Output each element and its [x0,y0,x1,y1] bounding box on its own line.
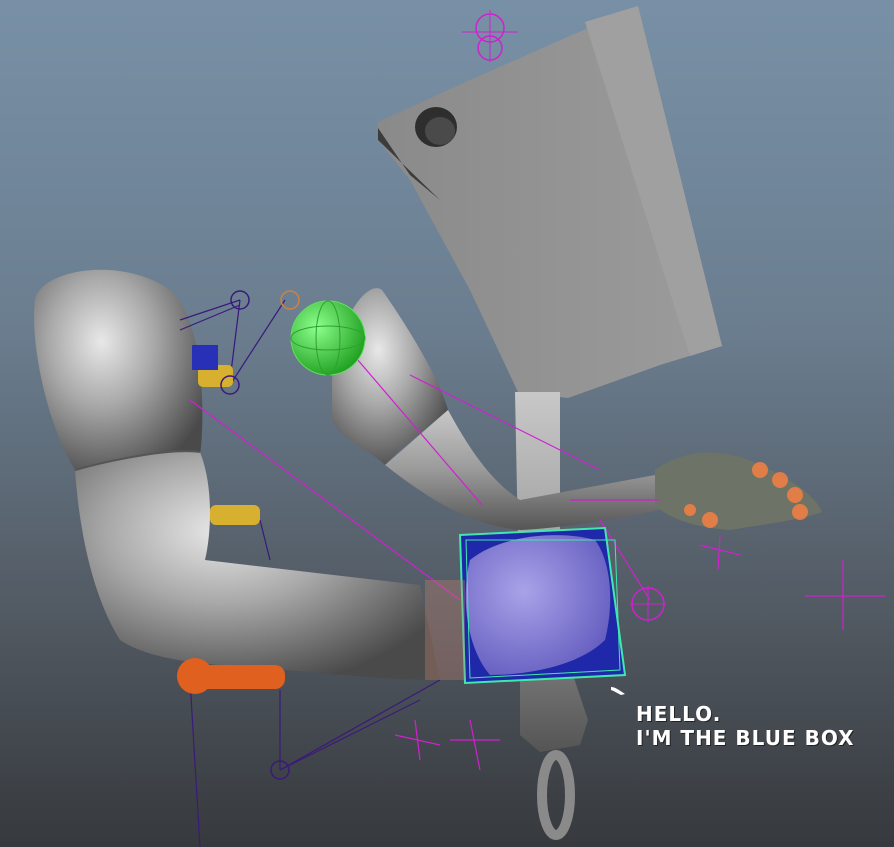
green-sphere-controller [290,300,366,376]
caption-line-2: I'M THE BLUE BOX [636,726,855,750]
left-shoulder [34,269,203,475]
caption-line-1: HELLO. [636,702,722,726]
blue-box-controller[interactable] [425,526,627,685]
3d-viewport[interactable]: HELLO. I'M THE BLUE BOX [0,0,894,847]
callout-tail-icon [611,687,625,695]
locator-cross [805,560,885,630]
yellow-controller [210,505,260,525]
left-upper-arm [75,451,440,680]
small-blue-box [192,345,218,370]
caption-text: HELLO. I'M THE BLUE BOX [636,702,855,750]
cleaver-handle-ring [537,750,575,840]
